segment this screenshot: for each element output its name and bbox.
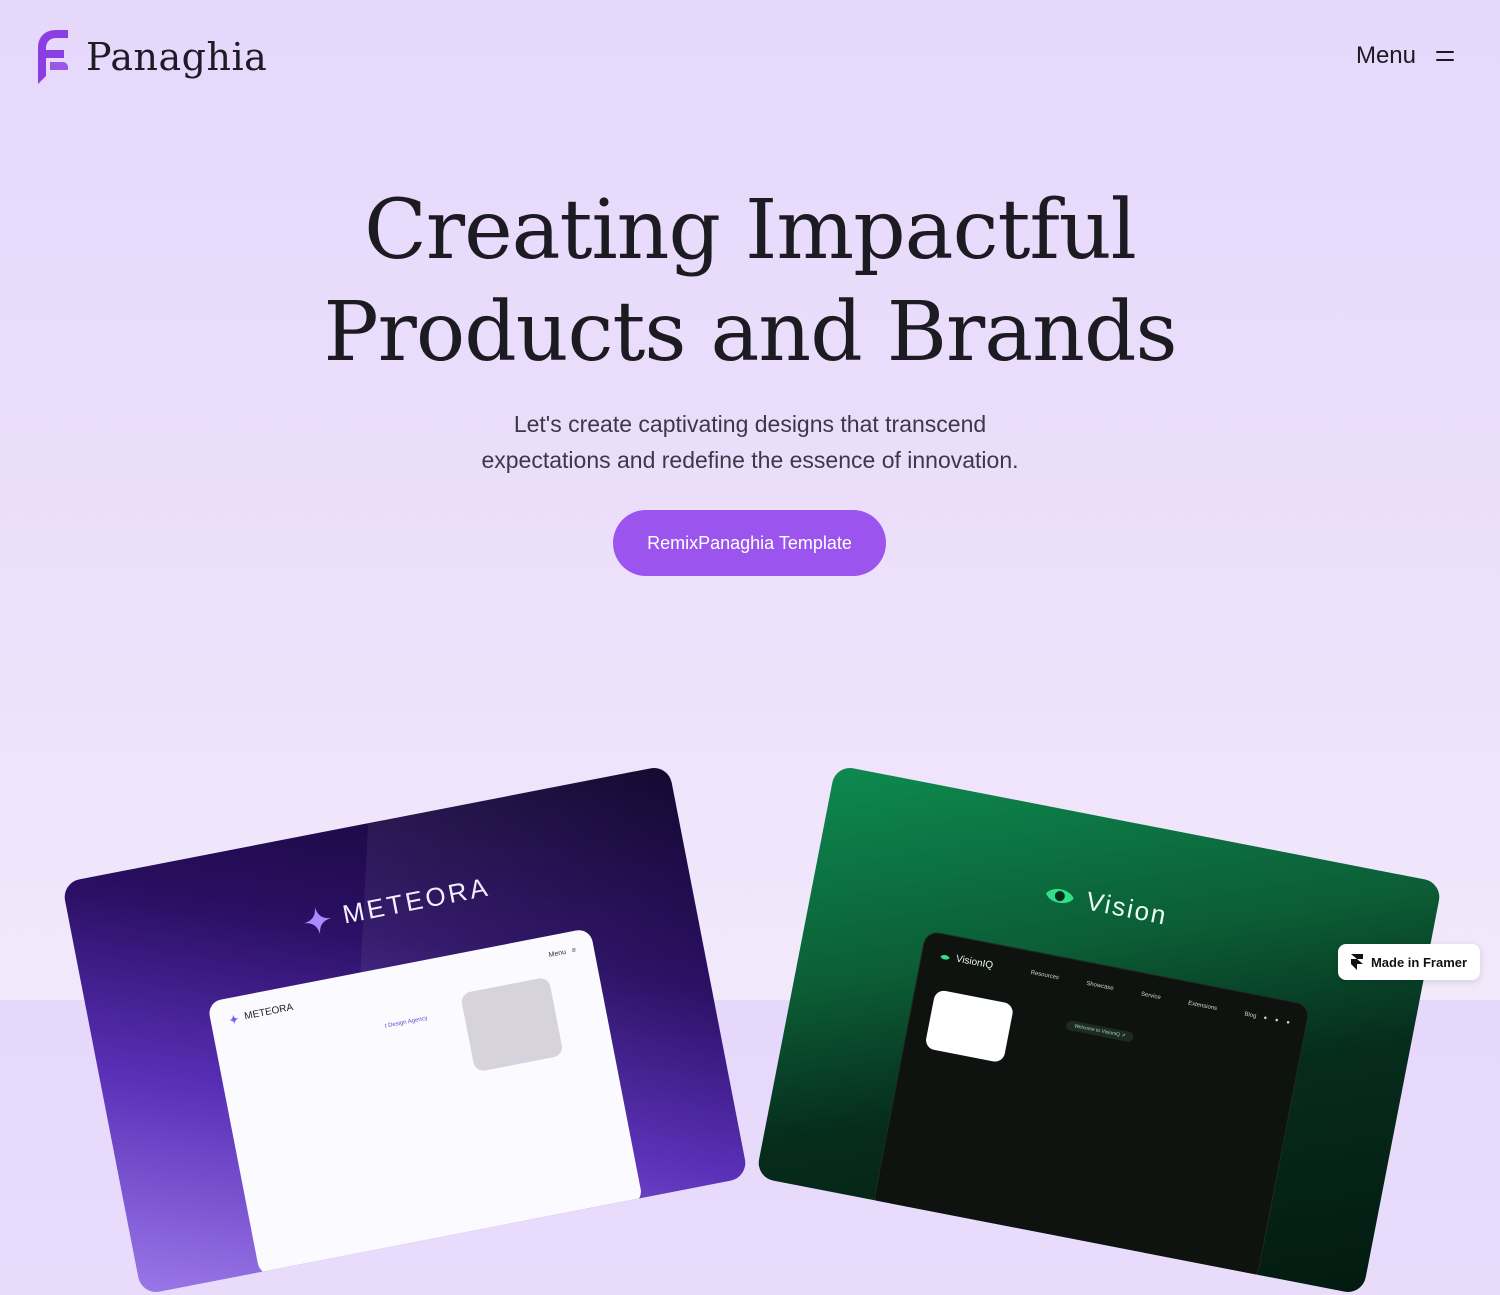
vision-nav-item: Resources — [1030, 969, 1060, 982]
vision-mini-logo-text: VisionIQ — [954, 953, 994, 972]
hero-subtitle-line-1: Let's create captivating designs that tr… — [513, 411, 987, 437]
vision-mini-logo: VisionIQ — [939, 950, 994, 971]
vision-nav-item: Extensions — [1187, 1000, 1218, 1013]
remix-template-button[interactable]: RemixPanaghia Template — [613, 510, 886, 576]
hamburger-icon — [1436, 49, 1454, 63]
made-in-framer-label: Made in Framer — [1370, 954, 1468, 970]
menu-button[interactable]: Menu — [1356, 42, 1454, 70]
meteora-mini-menu-label: Menu — [548, 948, 567, 960]
meteora-mini-image — [460, 976, 564, 1073]
hamburger-icon: ≡ — [571, 946, 577, 955]
meteora-preview-window: METEORA Menu ≡ t Design Agency — [207, 927, 644, 1278]
hero-title-line-1: Creating Impactful — [364, 183, 1137, 278]
site-logo[interactable]: Panaghia — [34, 28, 267, 86]
meteora-showcase-card[interactable]: METEORA METEORA Menu ≡ t Design Agency — [61, 764, 749, 1295]
vision-nav-item: Blog — [1243, 1011, 1257, 1020]
vision-brand-name: Vision — [1083, 885, 1171, 931]
hero-subtitle: Let's create captivating designs that tr… — [0, 406, 1500, 478]
panaghia-logo-icon — [38, 30, 68, 84]
brand-name: Panaghia — [86, 35, 268, 79]
vision-nav-item: Showcase — [1085, 980, 1115, 992]
meteora-mini-tagline: t Design Agency — [384, 1015, 429, 1030]
vision-preview-window: VisionIQ Resources Showcase Service Exte… — [872, 930, 1311, 1282]
eye-icon — [940, 954, 950, 960]
vision-showcase-card[interactable]: Vision VisionIQ Resources Showcase Servi… — [755, 764, 1443, 1295]
vision-mini-pill: Welcome to VisionIQ ↗ — [1065, 1019, 1135, 1043]
hero-subtitle-line-2: expectations and redefine the essence of… — [481, 447, 1019, 473]
meteora-mini-logo-text: METEORA — [243, 1002, 295, 1023]
twitter-icon: ● — [1262, 1015, 1268, 1022]
eye-icon — [1046, 888, 1074, 903]
made-in-framer-badge[interactable]: Made in Framer — [1338, 944, 1480, 980]
vision-mini-image — [924, 989, 1015, 1064]
hero-title-line-2: Products and Brands — [323, 285, 1177, 380]
vision-mini-nav: Resources Showcase Service Extensions Bl… — [1030, 970, 1257, 1020]
meteora-mini-menu: Menu ≡ — [548, 947, 576, 959]
github-icon: ● — [1285, 1019, 1291, 1027]
meteora-mini-logo: METEORA — [228, 1002, 294, 1025]
menu-label: Menu — [1355, 42, 1416, 69]
sparkle-icon — [303, 906, 332, 934]
framer-icon — [1350, 954, 1363, 970]
vision-mini-social: ● ● ● — [1263, 1015, 1291, 1026]
hero-title: Creating Impactful Products and Brands — [0, 180, 1500, 384]
vision-brand: Vision — [1042, 877, 1170, 931]
sparkle-icon — [228, 1014, 239, 1024]
discord-icon: ● — [1274, 1017, 1279, 1025]
